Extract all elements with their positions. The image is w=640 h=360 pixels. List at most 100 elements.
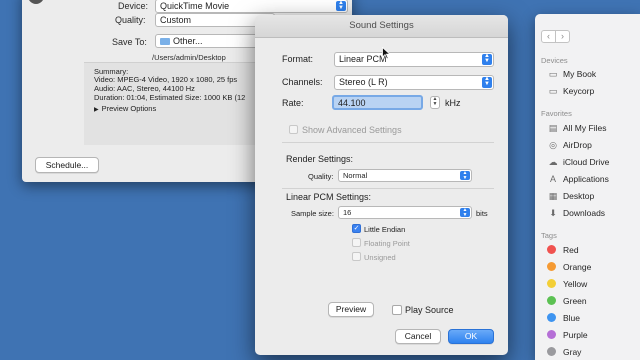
tag-label: Yellow <box>563 279 588 289</box>
disclosure-triangle-icon: ▶ <box>94 107 99 113</box>
render-quality-label: Quality: <box>308 172 334 181</box>
sidebar-tag-gray[interactable]: Gray <box>547 345 581 359</box>
sidebar-item-my-book[interactable]: ▭ My Book <box>547 67 596 81</box>
render-quality-value: Normal <box>343 171 368 180</box>
little-endian-label: Little Endian <box>364 225 406 234</box>
play-source-checkbox[interactable] <box>392 305 402 315</box>
dialog-title: Sound Settings <box>255 15 508 38</box>
divider <box>282 188 494 189</box>
channels-select[interactable]: Stereo (L R) ▲ ▼ <box>334 75 494 90</box>
app-icon <box>28 0 44 4</box>
floating-point-checkbox[interactable] <box>352 238 361 247</box>
sample-size-select[interactable]: 16 ▲ ▼ <box>338 206 472 219</box>
drive-icon: ▭ <box>548 69 558 79</box>
airdrop-icon: ◎ <box>549 140 557 150</box>
sidebar-item-airdrop[interactable]: ◎ AirDrop <box>547 138 592 152</box>
all-files-icon: ▤ <box>548 123 558 133</box>
channels-value: Stereo (L R) <box>339 77 388 87</box>
floating-point-label: Floating Point <box>364 239 410 248</box>
divider <box>282 142 494 143</box>
sidebar-item-label: iCloud Drive <box>563 157 610 167</box>
sidebar-tag-blue[interactable]: Blue <box>547 311 580 325</box>
sidebar-item-keycorp[interactable]: ▭ Keycorp <box>547 84 594 98</box>
chevron-right-icon: › <box>561 31 564 41</box>
sidebar-tag-yellow[interactable]: Yellow <box>547 277 587 291</box>
preview-button[interactable]: Preview <box>328 302 374 317</box>
rate-stepper[interactable]: ▲ ▼ <box>430 96 440 109</box>
tag-label: Red <box>563 245 579 255</box>
little-endian-checkbox[interactable]: ✓ <box>352 224 361 233</box>
sidebar-tag-orange[interactable]: Orange <box>547 260 591 274</box>
cancel-button[interactable]: Cancel <box>395 329 441 344</box>
chevron-updown-icon: ▲ ▼ <box>432 96 438 107</box>
checkmark-icon: ✓ <box>353 225 360 232</box>
back-button[interactable]: ‹ <box>541 30 556 43</box>
tag-label: Purple <box>563 330 588 340</box>
device-select[interactable]: QuickTime Movie ▲ ▼ <box>155 0 348 13</box>
tag-dot-icon <box>547 296 556 305</box>
sidebar-item-all-my-files[interactable]: ▤ All My Files <box>547 121 607 135</box>
sample-size-unit: bits <box>476 209 488 218</box>
tag-label: Orange <box>563 262 592 272</box>
chevron-updown-icon: ▲ ▼ <box>460 208 470 217</box>
play-source-label: Play Source <box>405 305 454 315</box>
unsigned-checkbox[interactable] <box>352 252 361 261</box>
ok-button[interactable]: OK <box>448 329 494 344</box>
chevron-left-icon: ‹ <box>547 31 550 41</box>
tag-dot-icon <box>547 313 556 322</box>
sidebar-item-applications[interactable]: A Applications <box>547 172 609 186</box>
rate-input[interactable]: 44.100 <box>332 95 423 110</box>
sidebar-tag-green[interactable]: Green <box>547 294 587 308</box>
linear-pcm-heading: Linear PCM Settings: <box>286 192 372 202</box>
cloud-icon: ☁ <box>548 157 558 167</box>
render-settings-heading: Render Settings: <box>286 154 354 164</box>
rate-label: Rate: <box>282 98 304 108</box>
tag-label: Gray <box>563 347 582 357</box>
save-to-value: Other... <box>173 36 203 46</box>
devices-heading: Devices <box>541 56 568 65</box>
device-label: Device: <box>118 1 149 11</box>
sidebar-tag-red[interactable]: Red <box>547 243 579 257</box>
tag-label: Green <box>563 296 587 306</box>
tag-dot-icon <box>547 245 556 254</box>
device-value: QuickTime Movie <box>160 1 230 11</box>
schedule-button[interactable]: Schedule... <box>35 157 99 173</box>
chevron-updown-icon: ▲ ▼ <box>482 53 492 65</box>
save-to-label: Save To: <box>112 37 147 47</box>
mouse-cursor-icon <box>382 47 391 60</box>
chevron-updown-icon: ▲ ▼ <box>482 76 492 88</box>
sidebar-item-label: My Book <box>563 69 597 79</box>
sample-size-value: 16 <box>343 208 352 217</box>
save-path: /Users/admin/Desktop <box>152 53 226 62</box>
desktop-icon: ▦ <box>548 191 558 201</box>
sound-settings-dialog: Sound Settings Format: Linear PCM ▲ ▼ Cha… <box>255 15 508 355</box>
format-label: Format: <box>282 54 314 64</box>
downloads-icon: ⬇ <box>549 208 557 218</box>
preview-options-disclosure[interactable]: ▶ Preview Options <box>94 104 156 115</box>
tag-dot-icon <box>547 262 556 271</box>
summary-line-duration: Duration: 01:04, Estimated Size: 1000 KB… <box>94 93 246 102</box>
forward-button[interactable]: › <box>555 30 570 43</box>
sidebar-item-icloud-drive[interactable]: ☁ iCloud Drive <box>547 155 610 169</box>
quality-value: Custom <box>160 15 192 25</box>
sidebar-item-label: Desktop <box>563 191 595 201</box>
sidebar-item-desktop[interactable]: ▦ Desktop <box>547 189 594 203</box>
sidebar-tag-purple[interactable]: Purple <box>547 328 588 342</box>
tags-heading: Tags <box>541 231 557 240</box>
tag-dot-icon <box>547 330 556 339</box>
render-quality-select[interactable]: Normal ▲ ▼ <box>338 169 472 182</box>
sidebar-item-label: Downloads <box>563 208 606 218</box>
applications-icon: A <box>549 174 556 184</box>
format-value: Linear PCM <box>339 54 387 64</box>
tag-dot-icon <box>547 347 556 356</box>
sidebar-item-label: AirDrop <box>563 140 592 150</box>
chevron-updown-icon: ▲ ▼ <box>460 171 470 180</box>
quality-label: Quality: <box>115 15 146 25</box>
sidebar-item-label: Keycorp <box>563 86 595 96</box>
sidebar-item-downloads[interactable]: ⬇ Downloads <box>547 206 605 220</box>
show-advanced-checkbox[interactable] <box>289 125 298 134</box>
format-select[interactable]: Linear PCM ▲ ▼ <box>334 52 494 67</box>
show-advanced-label: Show Advanced Settings <box>302 125 402 135</box>
chevron-updown-icon: ▲ ▼ <box>336 0 346 11</box>
favorites-heading: Favorites <box>541 109 572 118</box>
